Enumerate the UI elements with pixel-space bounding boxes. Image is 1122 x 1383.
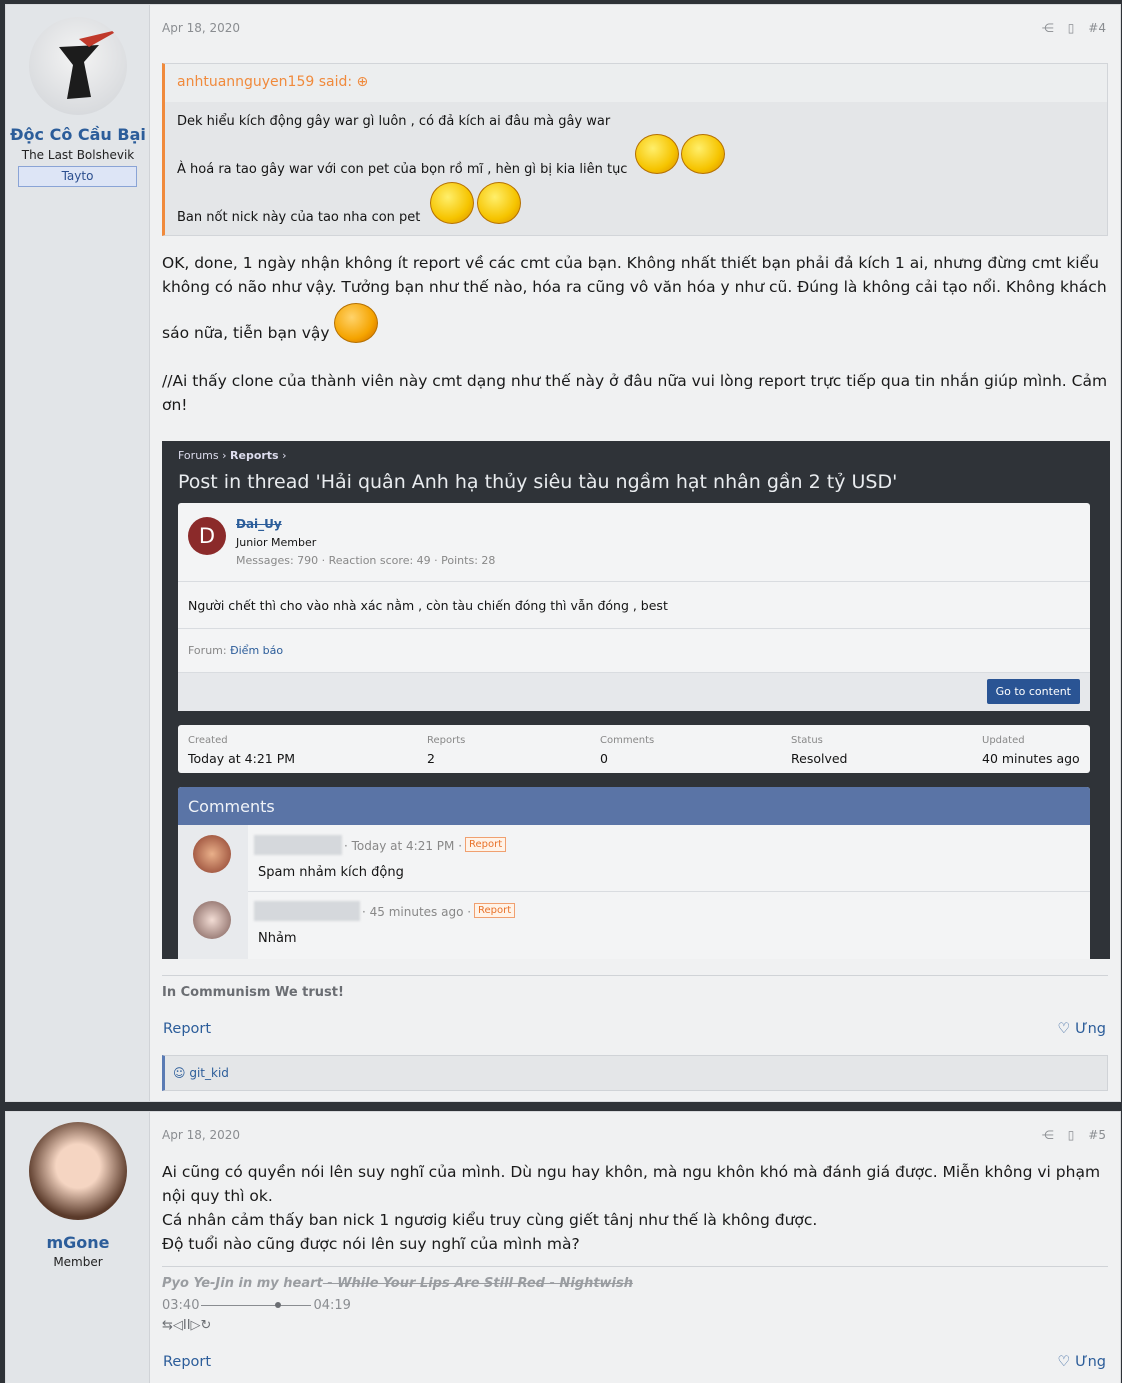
progress-bar[interactable] [201,1302,312,1308]
reported-content: Người chết thì cho vào nhà xác nằm , còn… [178,581,1090,628]
reported-post-card: D Dai_Uy Junior Member Messages: 790 · R… [178,503,1090,711]
report-tag: Report [465,837,507,852]
like-button[interactable]: ♡ Ưng [1058,1354,1106,1370]
emoji-smug-icon [681,134,725,174]
user-title: The Last Bolshevik [21,148,135,162]
breadcrumb-reports[interactable]: Reports [230,449,279,462]
body-paragraph-1: Ai cũng có quyền nói lên suy nghĩ của mì… [162,1163,1101,1205]
go-to-content-button[interactable]: Go to content [986,679,1080,704]
comment-time: · 45 minutes ago · [362,905,472,919]
report-title: Post in thread 'Hải quân Anh hạ thủy siê… [178,471,898,493]
body-paragraph-3: Độ tuổi nào cũng được nói lên suy nghĩ c… [162,1235,580,1253]
avatar[interactable] [29,1122,127,1220]
poster-name[interactable]: Dai_Uy [236,517,282,531]
comments-section: Comments · Today at 4:21 PM · Report Spa… [178,787,1090,959]
report-stats: Created Today at 4:21 PM Reports 2 Comme… [178,725,1090,773]
progress-handle[interactable] [275,1302,282,1308]
username[interactable]: Độc Cô Cầu Bại [6,125,150,144]
quote-block: anhtuannguyen159 said: ⊕ Dek hiểu kích đ… [162,63,1108,236]
body-paragraph-2: sáo nữa, tiễn bạn vậy [162,324,330,342]
forum-link[interactable]: Điểm báo [230,644,283,657]
time-end: 04:19 [313,1298,351,1313]
like-icon: ♡ [1057,1021,1071,1037]
like-icon: ♡ [1057,1354,1071,1370]
comment-text: Spam nhảm kích động [258,865,404,880]
user-panel: Độc Cô Cầu Bại The Last Bolshevik Tayto [6,5,150,1101]
stat-label: Comments [600,735,655,746]
emoji-smug-icon [635,134,679,174]
post-4: Độc Cô Cầu Bại The Last Bolshevik Tayto … [5,4,1121,1102]
body-paragraph-3: //Ai thấy clone của thành viên này cmt d… [162,372,1108,414]
avatar-figure-icon [59,29,121,99]
sig-song: Pyo Ye-Jin in my heart [162,1276,323,1291]
post-number[interactable]: #5 [1088,1128,1106,1142]
sig-track: - While Your Lips Are Still Red - Nightw… [322,1276,634,1291]
report-link[interactable]: Report [163,1021,211,1037]
emoji-laugh-icon [477,182,521,224]
quote-line-3: Ban nốt nick này của tao nha con pet [177,210,421,225]
share-icon[interactable]: ⋲ [1042,21,1054,35]
post-body: Ai cũng có quyền nói lên suy nghĩ của mì… [162,1160,1108,1256]
quote-expand-icon[interactable]: ⊕ [357,74,369,90]
report-screenshot: Forums › Reports › Post in thread 'Hải q… [162,441,1110,959]
forum-info: Forum: Điểm báo [178,628,1090,672]
commenter-avatar[interactable] [193,835,231,873]
comment-time: · Today at 4:21 PM · [344,839,463,853]
stat-value: 2 [427,751,435,766]
player-controls[interactable]: ⇆◁II▷↻ [162,1318,211,1333]
user-banner: Tayto [18,166,137,187]
bookmark-icon[interactable]: ▯ [1068,1128,1075,1142]
share-icon[interactable]: ⋲ [1042,1128,1054,1142]
poster-stats: Messages: 790 · Reaction score: 49 · Poi… [236,554,496,567]
post-attribution: Apr 18, 2020 ⋲ ▯ #5 [162,1126,1106,1144]
like-button[interactable]: ♡ Ưng [1058,1021,1106,1037]
commenter-name-blurred [254,835,342,855]
signature: Pyo Ye-Jin in my heart - While Your Lips… [162,1276,1108,1291]
stat-label: Reports [427,735,466,746]
emoji-laugh-icon [430,182,474,224]
commenter-name-blurred [254,901,360,921]
user-panel: mGone Member [6,1112,150,1383]
like-label: Ưng [1075,1021,1106,1037]
breadcrumb-forums[interactable]: Forums [178,449,219,462]
quote-author[interactable]: anhtuannguyen159 said: [177,74,352,90]
report-tag: Report [474,903,516,918]
poster-role: Junior Member [236,536,317,549]
stat-value: 40 minutes ago [982,751,1080,766]
stat-label: Status [791,735,823,746]
stat-label: Created [188,735,228,746]
post-body: OK, done, 1 ngày nhận không ít report về… [162,251,1108,417]
time-start: 03:40 [162,1298,200,1313]
avatar[interactable] [29,17,127,115]
stat-label: Updated [982,735,1025,746]
quote-line-2: À hoá ra tao gây war với con pet của bọn… [177,162,628,177]
comment-text: Nhảm [258,931,297,946]
reaction-user[interactable]: git_kid [189,1066,229,1080]
like-label: Ưng [1075,1354,1106,1370]
post-5: mGone Member Apr 18, 2020 ⋲ ▯ #5 Ai cũng… [5,1111,1121,1383]
post-attribution: Apr 18, 2020 ⋲ ▯ #4 [162,19,1106,37]
post-number[interactable]: #4 [1088,21,1106,35]
reactions-bar: ☺ git_kid [162,1055,1108,1091]
stat-value: 0 [600,751,608,766]
post-date[interactable]: Apr 18, 2020 [162,1128,240,1142]
commenter-avatar[interactable] [193,901,231,939]
bookmark-icon[interactable]: ▯ [1068,21,1075,35]
username[interactable]: mGone [6,1233,150,1252]
music-player: 03:40 04:19 [162,1298,351,1313]
reaction-emoji-icon: ☺ [173,1066,186,1080]
stat-value: Resolved [791,751,848,766]
emoji-kiss-icon [334,303,378,343]
report-link[interactable]: Report [163,1354,211,1370]
body-paragraph-1: OK, done, 1 ngày nhận không ít report về… [162,254,1107,296]
user-title: Member [53,1255,103,1269]
post-date[interactable]: Apr 18, 2020 [162,21,240,35]
stat-value: Today at 4:21 PM [188,751,296,766]
quote-line-1: Dek hiểu kích động gây war gì luôn , có … [177,114,611,129]
signature: In Communism We trust! [162,985,344,1000]
poster-avatar[interactable]: D [188,517,226,555]
comments-title: Comments [178,787,1090,825]
body-paragraph-2: Cá nhân cảm thấy ban nick 1 ngươig kiểu … [162,1211,818,1229]
breadcrumb: Forums › Reports › [178,449,287,462]
